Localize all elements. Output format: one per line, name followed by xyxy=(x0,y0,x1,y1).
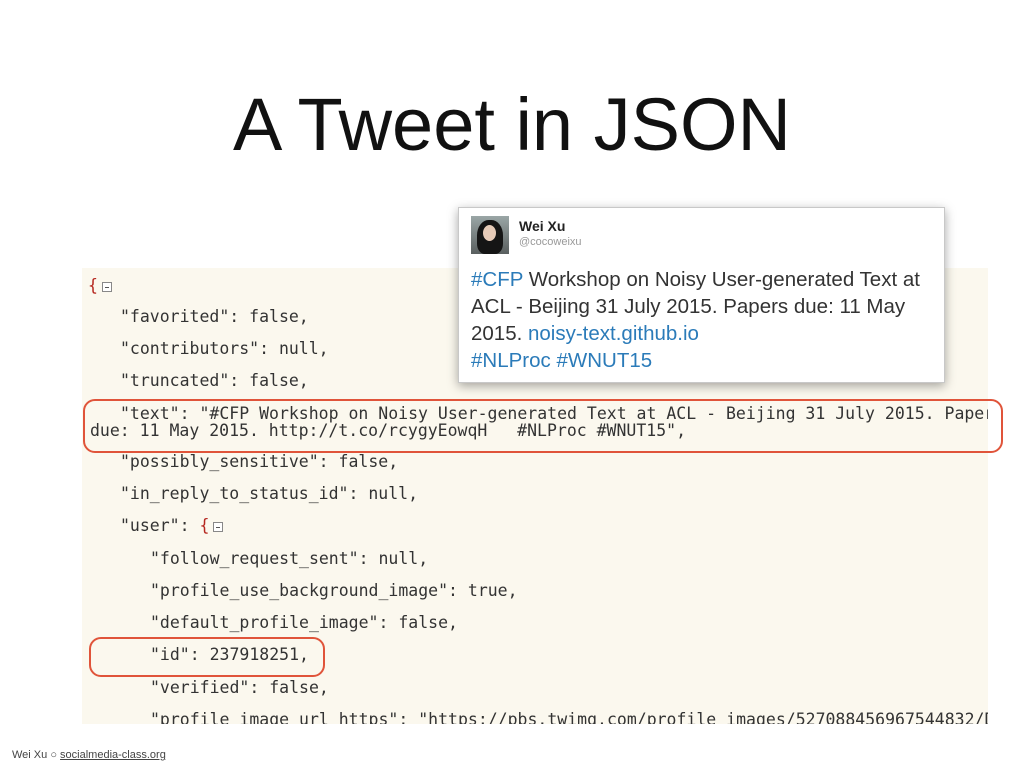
footer-site-link[interactable]: socialmedia-class.org xyxy=(60,749,166,761)
user-collapse-toggle-icon[interactable] xyxy=(213,522,224,532)
avatar[interactable] xyxy=(471,216,509,254)
slide-title: A Tweet in JSON xyxy=(233,83,791,166)
json-line-possibly-sensitive: "possibly_sensitive": false, xyxy=(120,452,399,471)
hashtag-nlproc-link[interactable]: #NLProc xyxy=(471,349,551,372)
json-line-follow-request-sent: "follow_request_sent": null, xyxy=(150,549,429,568)
tweet-author-handle[interactable]: @cocoweixu xyxy=(519,236,582,248)
user-open-brace: { xyxy=(199,516,210,535)
json-line-favorited: "favorited": false, xyxy=(120,307,309,326)
json-line-contributors: "contributors": null, xyxy=(120,339,329,358)
json-line-user: "user": { xyxy=(120,516,224,535)
json-line-default-profile-image: "default_profile_image": false, xyxy=(150,613,458,632)
text-field-highlight xyxy=(83,399,1003,453)
json-line-verified: "verified": false, xyxy=(150,678,329,697)
footer-separator: ○ xyxy=(50,749,57,761)
json-line-profile-image-url: "profile_image_url_https": "https://pbs.… xyxy=(150,710,988,724)
json-root-line: { xyxy=(88,276,112,295)
hashtag-wnut-link[interactable]: #WNUT15 xyxy=(556,349,652,372)
user-key: "user": xyxy=(120,516,200,535)
collapse-toggle-icon[interactable] xyxy=(101,282,112,292)
tweet-card: Wei Xu @cocoweixu #CFP Workshop on Noisy… xyxy=(458,207,945,383)
tweet-url-link[interactable]: noisy-text.github.io xyxy=(528,322,699,345)
slide-footer: Wei Xu ○ socialmedia-class.org xyxy=(12,749,166,761)
hashtag-cfp-link[interactable]: #CFP xyxy=(471,268,523,291)
id-field-highlight xyxy=(89,637,325,677)
json-line-truncated: "truncated": false, xyxy=(120,371,309,390)
json-line-profile-use-bg: "profile_use_background_image": true, xyxy=(150,581,518,600)
json-line-in-reply-to: "in_reply_to_status_id": null, xyxy=(120,484,419,503)
tweet-text: #CFP Workshop on Noisy User-generated Te… xyxy=(471,266,936,374)
tweet-author-name[interactable]: Wei Xu xyxy=(519,218,565,234)
footer-author: Wei Xu xyxy=(12,749,48,761)
open-brace: { xyxy=(88,276,98,295)
